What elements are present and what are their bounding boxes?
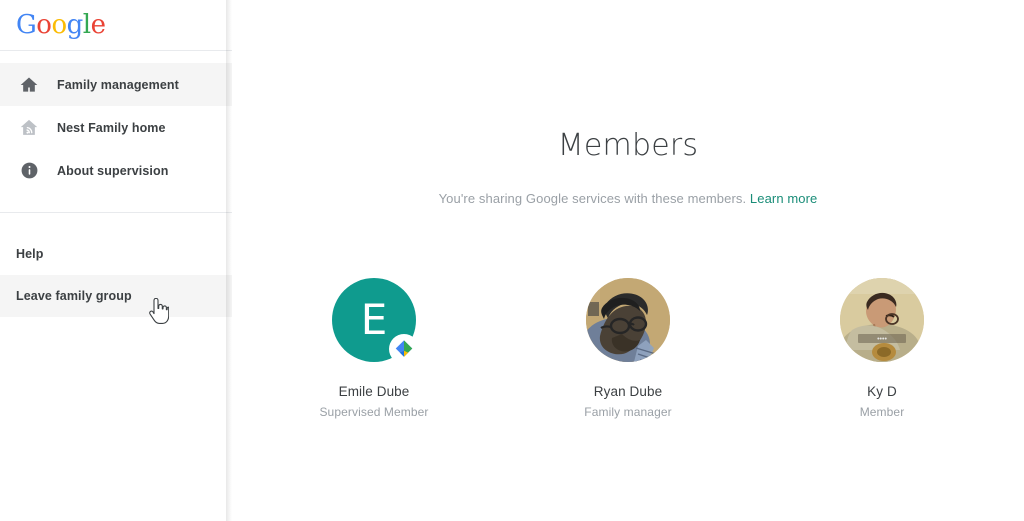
member-card[interactable]: •••• Ky D Member	[797, 278, 967, 419]
member-card[interactable]: Ryan Dube Family manager	[543, 278, 713, 419]
page-title: Members	[557, 128, 699, 163]
learn-more-link[interactable]: Learn more	[750, 191, 817, 206]
member-role: Supervised Member	[319, 405, 429, 419]
logo-letter-l: l	[82, 10, 91, 40]
sidebar-item-label: Help	[16, 247, 44, 261]
member-role: Member	[859, 405, 905, 419]
avatar-initial: E	[360, 295, 388, 344]
subtitle-text: You're sharing Google services with thes…	[438, 191, 747, 206]
family-management-page: Google Family management Nest Family hom…	[0, 0, 1024, 521]
member-name: Ky D	[867, 384, 897, 399]
sidebar-item-label: Family management	[57, 77, 179, 92]
sidebar-item-label: About supervision	[57, 163, 169, 178]
logo-letter-g2: g	[66, 10, 84, 40]
main-content: Members You're sharing Google services w…	[232, 0, 1024, 521]
sidebar-item-help[interactable]: Help	[0, 233, 232, 275]
members-list: E Emile Dube Supervised Member Ryan Dube…	[232, 278, 1024, 419]
member-card[interactable]: E Emile Dube Supervised Member	[289, 278, 459, 419]
logo-letter-g1: G	[16, 10, 37, 40]
sidebar-item-nest-family-home[interactable]: Nest Family home	[0, 106, 232, 149]
svg-text:••••: ••••	[877, 336, 887, 343]
nest-home-icon	[16, 115, 42, 141]
google-logo[interactable]: Google	[0, 0, 232, 50]
member-name: Emile Dube	[338, 384, 410, 399]
avatar: ••••	[840, 278, 924, 362]
sidebar-item-label: Leave family group	[16, 289, 132, 303]
sidebar: Google Family management Nest Family hom…	[0, 0, 232, 521]
avatar	[586, 278, 670, 362]
logo-letter-o2: o	[51, 10, 67, 40]
avatar-wrapper[interactable]	[586, 278, 670, 362]
sidebar-item-about-supervision[interactable]: About supervision	[0, 149, 232, 192]
logo-letter-e: e	[90, 10, 106, 40]
member-name: Ryan Dube	[593, 384, 663, 399]
home-icon	[16, 72, 42, 98]
avatar-wrapper[interactable]: E	[332, 278, 419, 364]
member-role: Family manager	[584, 405, 672, 419]
avatar-wrapper[interactable]: ••••	[840, 278, 924, 362]
sidebar-item-family-management[interactable]: Family management	[0, 63, 232, 106]
page-subtitle: You're sharing Google services with thes…	[232, 191, 1024, 206]
sidebar-item-label: Nest Family home	[57, 120, 166, 135]
google-wordmark: Google	[16, 10, 106, 40]
info-icon	[16, 158, 42, 184]
family-link-icon	[389, 334, 419, 364]
logo-letter-o1: o	[36, 10, 52, 40]
sidebar-item-leave-family-group[interactable]: Leave family group	[0, 275, 232, 317]
